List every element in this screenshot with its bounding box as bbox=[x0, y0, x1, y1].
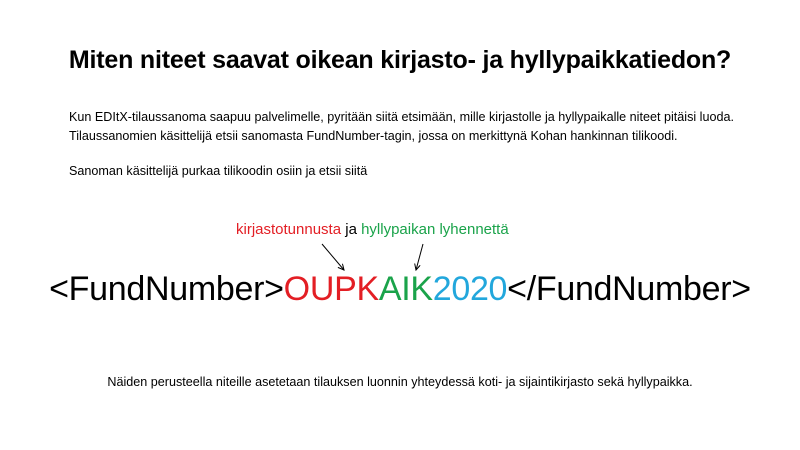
code-open-tag: <FundNumber> bbox=[49, 270, 284, 308]
shelf-abbrev-label: hyllypaikan lyhennettä bbox=[361, 221, 509, 238]
intro-paragraph: Kun EDItX-tilaussanoma saapuu palvelimel… bbox=[69, 108, 769, 146]
arrow-to-shelf-abbrev bbox=[416, 243, 424, 270]
code-shelf-part: AIK bbox=[378, 270, 433, 308]
fundnumber-code: <FundNumber>OUPKAIK2020</FundNumber> bbox=[0, 270, 800, 309]
annotation-conjunction: ja bbox=[341, 221, 362, 238]
slide-title: Miten niteet saavat oikean kirjasto- ja … bbox=[68, 46, 732, 74]
arrow-to-library-code bbox=[321, 243, 344, 270]
code-close-tag: </FundNumber> bbox=[507, 270, 751, 308]
intro-line-2: Tilaussanomien käsittelijä etsii sanomas… bbox=[69, 129, 678, 143]
library-code-label: kirjastotunnusta bbox=[236, 221, 342, 238]
intro-line-1: Kun EDItX-tilaussanoma saapuu palvelimel… bbox=[69, 110, 734, 124]
footer-text: Näiden perusteella niteille asetetaan ti… bbox=[107, 375, 693, 389]
code-year-part: 2020 bbox=[432, 270, 508, 308]
code-library-part: OUPK bbox=[283, 270, 379, 308]
code-annotation: kirjastotunnusta ja hyllypaikan lyhennet… bbox=[236, 221, 509, 238]
parse-description: Sanoman käsittelijä purkaa tilikoodin os… bbox=[69, 164, 368, 178]
